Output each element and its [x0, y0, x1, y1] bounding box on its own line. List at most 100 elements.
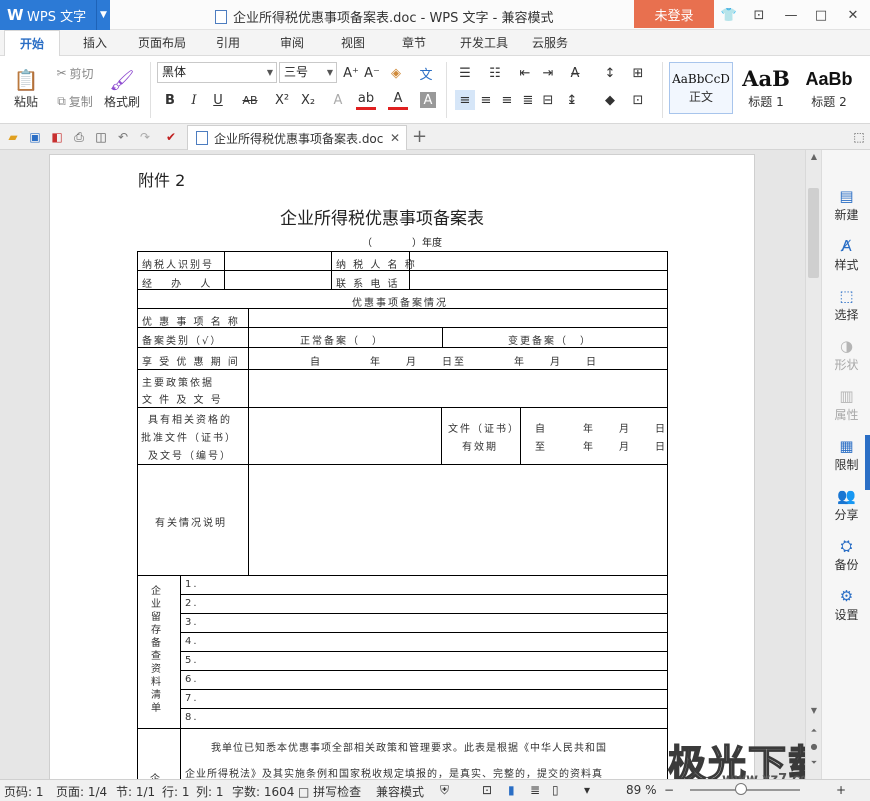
- document-tab[interactable]: 企业所得税优惠事项备案表.doc ✕: [187, 125, 407, 150]
- sidebar-item-settings[interactable]: ⚙ 设置: [822, 586, 870, 623]
- italic-icon[interactable]: I: [184, 90, 204, 110]
- font-size-select[interactable]: 三号 ▼: [279, 62, 337, 83]
- zoom-level[interactable]: 89 %: [626, 783, 657, 797]
- skin-icon[interactable]: 👕: [714, 0, 744, 30]
- bold-icon[interactable]: B: [160, 90, 180, 110]
- reading-view-icon[interactable]: ▯: [552, 783, 559, 797]
- font-color-icon[interactable]: A: [388, 90, 408, 110]
- style-heading-1[interactable]: AaB 标题 1: [736, 62, 796, 114]
- prev-page-icon[interactable]: ⏶: [806, 726, 822, 736]
- tab-page-layout[interactable]: 页面布局: [130, 30, 194, 56]
- shrink-font-icon[interactable]: A⁻: [362, 63, 382, 83]
- sort-icon[interactable]: ↕: [600, 63, 620, 83]
- font-name-select[interactable]: 黑体 ▼: [157, 62, 277, 83]
- change-case-icon[interactable]: A̶: [565, 63, 585, 83]
- attachment-label: 附件 2: [138, 171, 186, 190]
- border-icon[interactable]: ⊡: [628, 90, 648, 110]
- decrease-indent-icon[interactable]: ⇤: [515, 63, 535, 83]
- status-page[interactable]: 页面: 1/4: [56, 783, 107, 800]
- close-icon[interactable]: ✕: [838, 0, 868, 30]
- align-right-icon[interactable]: ≡: [497, 90, 517, 110]
- vertical-scrollbar[interactable]: ▲ ▼ ⏶ ● ⏷: [805, 150, 821, 779]
- fullscreen-icon[interactable]: ⊡: [744, 0, 774, 30]
- numbered-list-icon[interactable]: ☷: [485, 63, 505, 83]
- highlight-icon[interactable]: ab: [356, 90, 376, 110]
- login-button[interactable]: 未登录: [634, 0, 714, 28]
- print-icon[interactable]: ⎙: [70, 128, 88, 146]
- align-center-icon[interactable]: ≡: [476, 90, 496, 110]
- justify-icon[interactable]: ≣: [518, 90, 538, 110]
- tab-review[interactable]: 审阅: [270, 30, 314, 56]
- zoom-slider-thumb[interactable]: [735, 783, 747, 795]
- line-spacing-icon[interactable]: ↨: [562, 90, 582, 110]
- maximize-icon[interactable]: □: [806, 0, 836, 30]
- pane-collapse-handle[interactable]: [865, 435, 870, 490]
- chevron-down-icon[interactable]: ▼: [96, 0, 110, 30]
- outline-view-icon[interactable]: ≣: [530, 783, 540, 797]
- align-left-icon[interactable]: ≡: [455, 90, 475, 110]
- tab-start[interactable]: 开始: [4, 30, 60, 57]
- clear-format-icon[interactable]: ◈: [386, 63, 406, 83]
- tab-view[interactable]: 视图: [331, 30, 375, 56]
- scroll-up-icon[interactable]: ▲: [806, 152, 822, 161]
- sidebar-item-backup[interactable]: ⛭ 备份: [822, 536, 870, 573]
- sidebar-item-share[interactable]: 👥 分享: [822, 486, 870, 523]
- style-heading-2[interactable]: AaBb 标题 2: [798, 62, 860, 114]
- sidebar-item-shape[interactable]: ◑ 形状: [822, 336, 870, 373]
- text-effect-icon[interactable]: A: [328, 90, 348, 110]
- bullet-list-icon[interactable]: ☰: [455, 63, 475, 83]
- shading-icon[interactable]: ◆: [600, 90, 620, 110]
- spell-check-toggle[interactable]: □ 拼写检查: [298, 783, 361, 800]
- sidebar-item-select[interactable]: ⬚ 选择: [822, 286, 870, 323]
- zoom-out-icon[interactable]: −: [664, 783, 674, 797]
- strikethrough-icon[interactable]: AB: [240, 90, 260, 110]
- collapse-ribbon-icon[interactable]: ⬚: [850, 128, 868, 146]
- sidebar-item-new[interactable]: ▤ 新建: [822, 186, 870, 223]
- increase-indent-icon[interactable]: ⇥: [538, 63, 558, 83]
- protect-icon[interactable]: ⛨: [440, 783, 449, 798]
- underline-icon[interactable]: U: [208, 90, 228, 110]
- select-browse-icon[interactable]: ●: [806, 742, 822, 751]
- distribute-icon[interactable]: ⊟: [538, 90, 558, 110]
- undo-icon[interactable]: ↶: [114, 128, 132, 146]
- web-view-icon[interactable]: ▾: [584, 783, 590, 797]
- tab-cloud[interactable]: 云服务: [526, 30, 574, 56]
- page-view-icon[interactable]: ▮: [508, 783, 515, 797]
- superscript-icon[interactable]: X²: [272, 90, 292, 110]
- style-normal[interactable]: AaBbCcD 正文: [669, 62, 733, 114]
- table-icon[interactable]: ⊞: [628, 63, 648, 83]
- window-title: 企业所得税优惠事项备案表.doc - WPS 文字 - 兼容模式: [215, 7, 553, 26]
- tab-sections[interactable]: 章节: [392, 30, 436, 56]
- minimize-icon[interactable]: —: [776, 0, 806, 30]
- format-painter-button[interactable]: 🖌 格式刷: [102, 60, 142, 116]
- fit-icon[interactable]: ⊡: [482, 783, 492, 797]
- pinyin-icon[interactable]: 文: [416, 63, 436, 83]
- preview-icon[interactable]: ◫: [92, 128, 110, 146]
- tab-developer[interactable]: 开发工具: [452, 30, 516, 56]
- redo-icon[interactable]: ↷: [136, 128, 154, 146]
- tab-insert[interactable]: 插入: [72, 30, 118, 56]
- save-icon[interactable]: ▣: [26, 128, 44, 146]
- new-tab-icon[interactable]: +: [412, 126, 427, 147]
- close-tab-icon[interactable]: ✕: [390, 131, 400, 145]
- copy-button[interactable]: ⧉ 复制: [50, 90, 100, 112]
- sidebar-item-restrict[interactable]: ▦ 限制: [822, 436, 870, 473]
- tab-references[interactable]: 引用: [206, 30, 250, 56]
- scroll-thumb[interactable]: [808, 188, 819, 278]
- grow-font-icon[interactable]: A⁺: [341, 63, 361, 83]
- scroll-down-icon[interactable]: ▼: [806, 706, 822, 715]
- paste-button[interactable]: 📋 粘贴: [6, 60, 46, 116]
- pdf-icon[interactable]: ◧: [48, 128, 66, 146]
- zoom-in-icon[interactable]: +: [836, 783, 846, 797]
- customize-icon[interactable]: ✔: [162, 128, 180, 146]
- wps-menu-button[interactable]: W WPS 文字 ▼: [0, 0, 110, 30]
- open-folder-icon[interactable]: ▰: [4, 128, 22, 146]
- subscript-icon[interactable]: X₂: [298, 90, 318, 110]
- cut-button[interactable]: ✂ 剪切: [50, 62, 100, 84]
- sidebar-item-styles[interactable]: A̸ 样式: [822, 236, 870, 273]
- sidebar-item-properties[interactable]: ▥ 属性: [822, 386, 870, 423]
- status-words[interactable]: 字数: 1604: [232, 783, 294, 800]
- list-item: 6.: [185, 674, 199, 685]
- next-page-icon[interactable]: ⏷: [806, 758, 822, 768]
- char-shading-icon[interactable]: A: [420, 92, 436, 108]
